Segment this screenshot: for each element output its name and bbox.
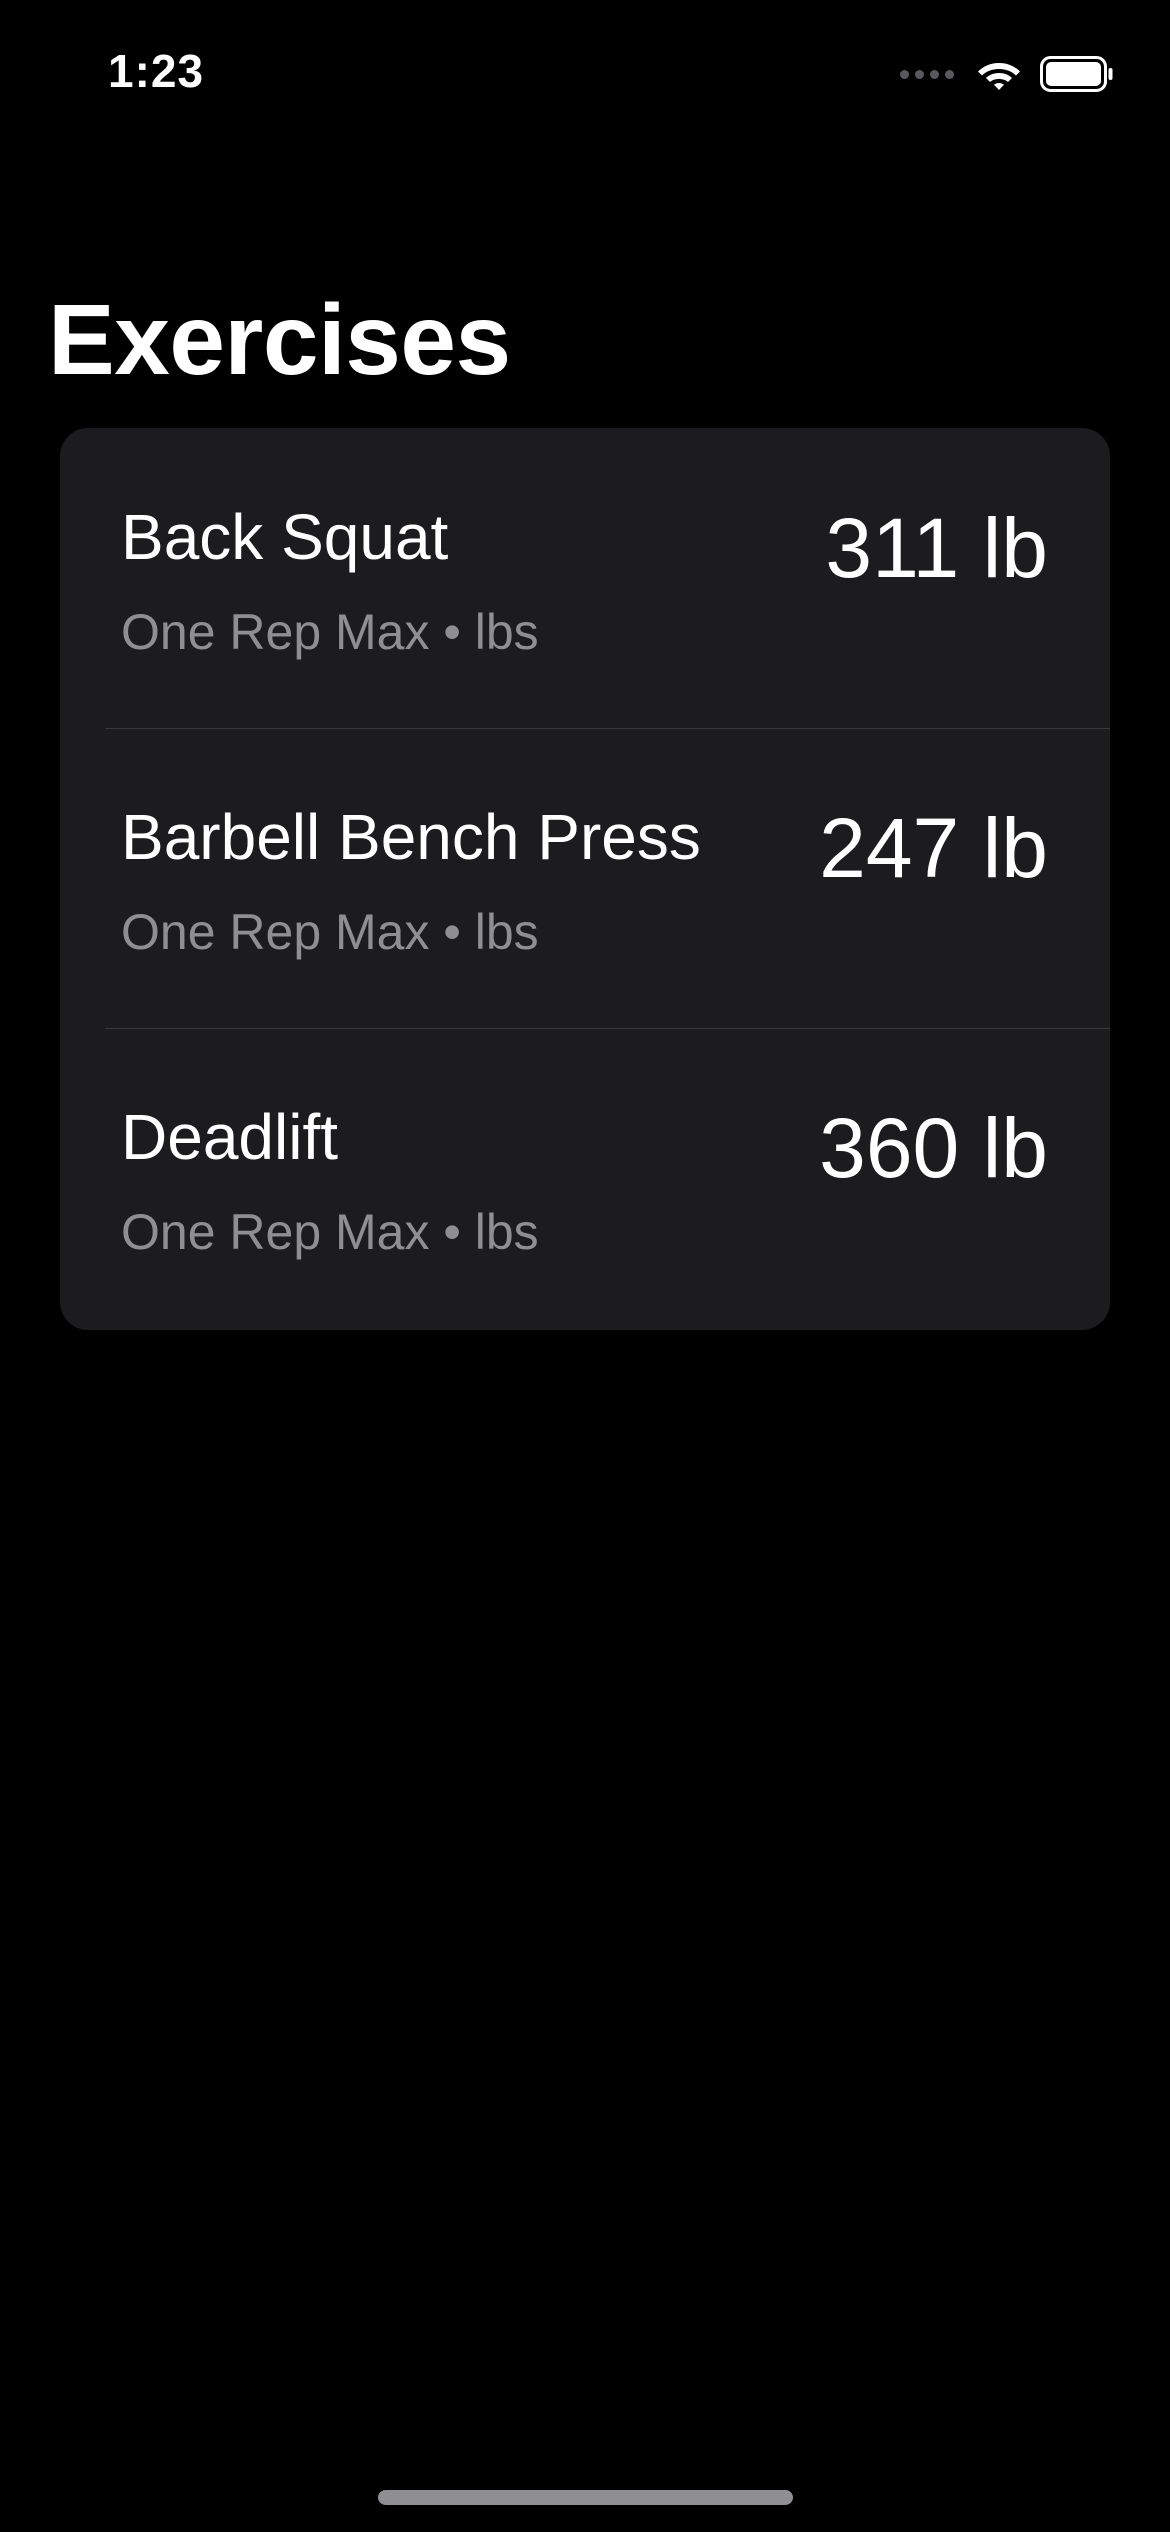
status-bar: 1:23 xyxy=(0,0,1170,140)
list-item[interactable]: Barbell Bench Press One Rep Max • lbs 24… xyxy=(60,728,1110,1028)
exercise-value: 311 lb xyxy=(825,501,1048,595)
status-time: 1:23 xyxy=(108,45,205,97)
exercise-list: Back Squat One Rep Max • lbs 311 lb Barb… xyxy=(60,428,1110,1330)
signal-icon xyxy=(900,69,954,79)
exercise-name: Deadlift xyxy=(121,1101,338,1173)
status-icons xyxy=(900,54,1114,94)
exercise-subtitle: One Rep Max • lbs xyxy=(121,904,539,960)
exercise-subtitle: One Rep Max • lbs xyxy=(121,1204,539,1260)
exercise-value: 360 lb xyxy=(819,1101,1048,1195)
exercise-value: 247 lb xyxy=(819,801,1048,895)
list-item[interactable]: Back Squat One Rep Max • lbs 311 lb xyxy=(60,428,1110,728)
exercise-name: Back Squat xyxy=(121,501,449,573)
home-indicator[interactable] xyxy=(378,2490,793,2505)
exercise-name: Barbell Bench Press xyxy=(121,801,701,873)
exercise-subtitle: One Rep Max • lbs xyxy=(121,604,539,660)
battery-icon xyxy=(1040,56,1113,92)
list-item[interactable]: Deadlift One Rep Max • lbs 360 lb xyxy=(60,1028,1110,1328)
page-title: Exercises xyxy=(48,284,511,396)
wifi-icon xyxy=(978,63,1020,90)
